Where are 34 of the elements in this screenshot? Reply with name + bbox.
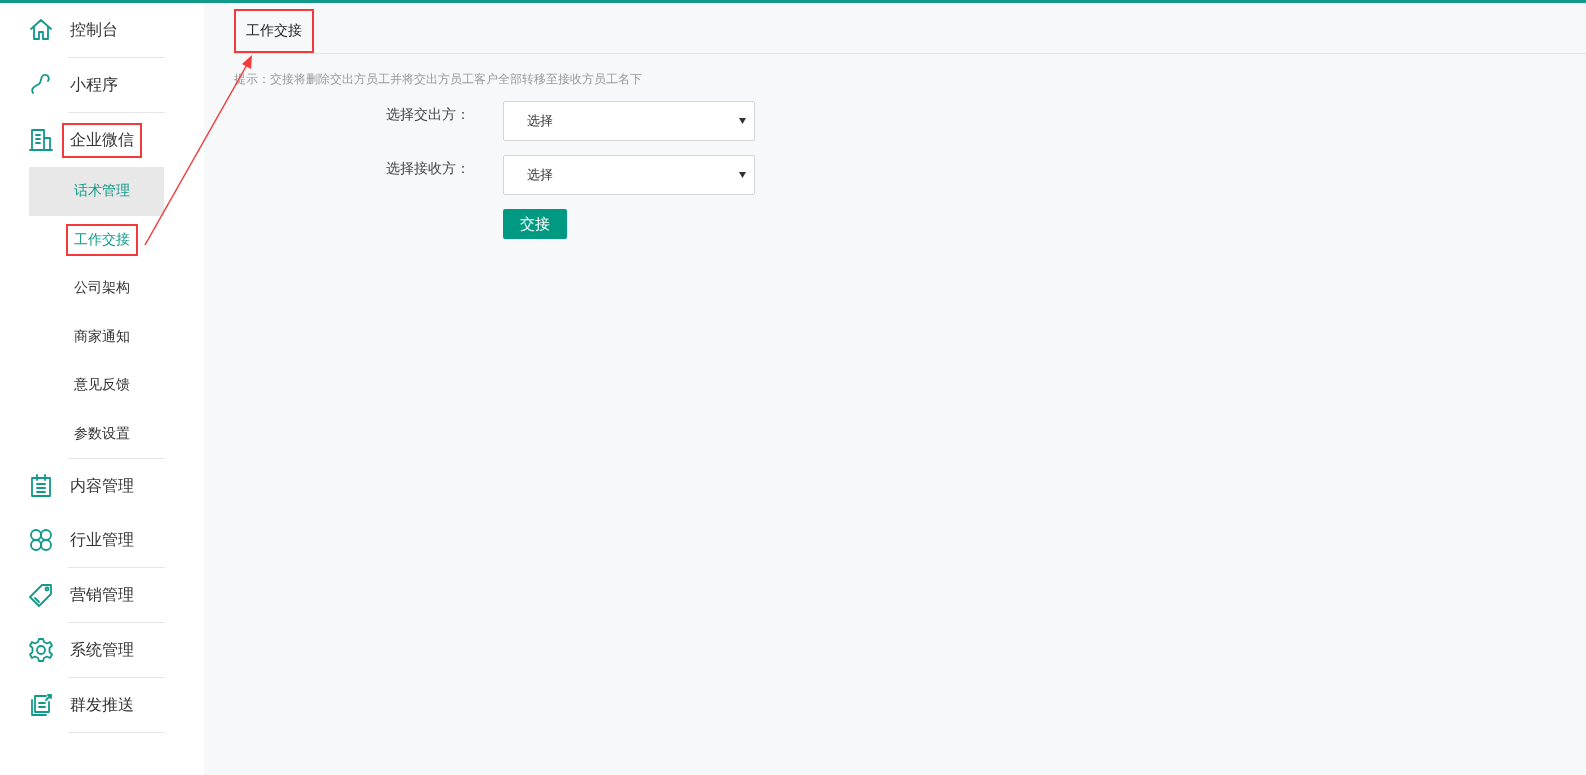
clipboard-icon xyxy=(28,473,54,499)
caret-icon xyxy=(739,172,746,178)
subitem-label: 商家通知 xyxy=(74,327,130,346)
tag-icon xyxy=(28,582,54,608)
sidebar-item[interactable]: 系统管理 xyxy=(70,639,134,661)
subitem-label: 话术管理 xyxy=(74,182,130,201)
caret-icon xyxy=(739,118,746,124)
sidebar-item[interactable]: 内容管理 xyxy=(70,475,134,497)
document-icon xyxy=(28,692,54,718)
field-label: 选择接收方： xyxy=(385,159,470,178)
sidebar-item[interactable]: 企业微信 xyxy=(70,129,134,151)
clover-icon xyxy=(28,527,54,553)
sidebar-item[interactable]: 行业管理 xyxy=(70,529,134,551)
select-field[interactable]: 选择 xyxy=(503,155,755,195)
sidebar-item[interactable]: 群发推送 xyxy=(70,694,134,716)
sidebar-subitem[interactable]: 工作交接 xyxy=(29,215,164,264)
sidebar-item[interactable]: 控制台 xyxy=(70,19,118,41)
sidebar-subitem[interactable]: 参数设置 xyxy=(29,409,164,458)
select-field[interactable]: 选择 xyxy=(503,101,755,141)
tab[interactable]: 工作交接 xyxy=(242,16,306,46)
subitem-label: 公司架构 xyxy=(74,279,130,298)
subitem-label: 参数设置 xyxy=(74,424,130,443)
settings-icon xyxy=(28,637,54,663)
subitem-label: 意见反馈 xyxy=(74,376,130,395)
sidebar-subitem[interactable]: 商家通知 xyxy=(29,312,164,361)
handover-button[interactable]: 交接 xyxy=(503,209,567,239)
field-label: 选择交出方： xyxy=(385,105,470,124)
sidebar-item[interactable]: 营销管理 xyxy=(70,584,134,606)
subitem-label: 工作交接 xyxy=(74,230,130,249)
sidebar-item[interactable]: 小程序 xyxy=(70,74,118,96)
sidebar-subitem[interactable]: 意见反馈 xyxy=(29,361,164,410)
sidebar-subitem[interactable]: 公司架构 xyxy=(29,264,164,313)
building-icon xyxy=(28,127,54,153)
home-icon xyxy=(28,17,54,43)
